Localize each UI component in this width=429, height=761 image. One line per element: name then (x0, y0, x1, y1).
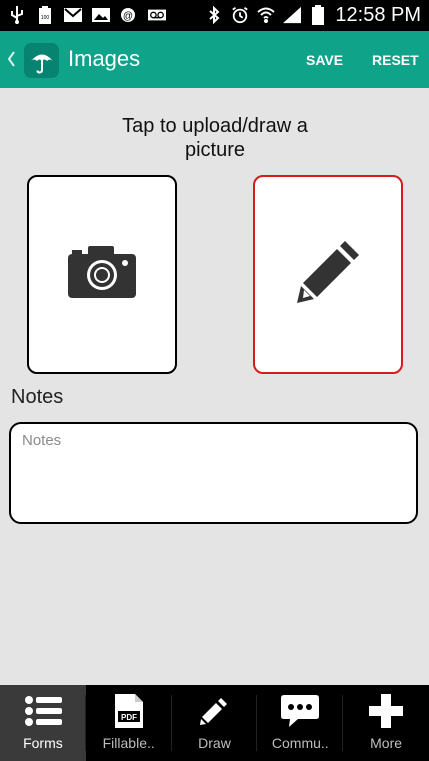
alarm-icon (231, 6, 249, 24)
notes-label: Notes (11, 386, 64, 408)
page-title: Images (68, 46, 141, 71)
upload-instruction: Tap to upload/draw a picture (122, 115, 308, 161)
status-bar: 100 @ 12:58 PM (0, 0, 429, 31)
pencil-icon (200, 691, 228, 731)
save-button[interactable]: SAVE (306, 52, 343, 68)
notes-input[interactable] (9, 422, 418, 524)
usb-icon (8, 6, 26, 24)
tab-forms[interactable]: Forms (0, 685, 86, 761)
chat-bubble-icon (280, 691, 320, 731)
wifi-icon (257, 6, 276, 24)
tab-communicate-label: Commu.. (271, 735, 329, 751)
battery-full-icon: 100 (36, 6, 54, 24)
tab-more-label: More (370, 735, 403, 751)
tab-fillable[interactable]: PDF Fillable.. (86, 685, 172, 761)
clock-text: 12:58 PM (335, 4, 421, 26)
gmail-icon (64, 6, 82, 24)
tab-communicate[interactable]: Commu.. (257, 685, 344, 761)
app-bar: Images SAVE RESET (0, 31, 429, 88)
upload-picture-button[interactable] (27, 175, 177, 374)
pdf-icon: PDF (113, 691, 145, 731)
draw-picture-button[interactable] (253, 175, 403, 374)
tab-forms-label: Forms (23, 735, 63, 751)
plus-icon (368, 691, 404, 731)
umbrella-logo-icon[interactable] (24, 43, 59, 78)
notification-icons: 100 @ (8, 6, 166, 24)
pencil-icon (293, 237, 363, 312)
tab-draw-label: Draw (198, 735, 231, 751)
system-icons: 12:58 PM (205, 2, 421, 28)
signal-icon (283, 6, 302, 24)
reset-button[interactable]: RESET (372, 52, 419, 68)
mail-alert-icon: @ (120, 6, 138, 24)
pdf-badge-text: PDF (121, 713, 137, 722)
battery-icon (309, 5, 327, 25)
tab-more[interactable]: More (343, 685, 429, 761)
back-chevron-icon[interactable] (6, 49, 16, 69)
tab-fillable-label: Fillable.. (102, 735, 155, 751)
tab-draw[interactable]: Draw (172, 685, 258, 761)
bluetooth-icon (205, 6, 223, 24)
bottom-tab-bar: Forms PDF Fillable.. Draw Commu.. More (0, 685, 429, 761)
camera-icon (68, 246, 136, 303)
svg-text:@: @ (123, 11, 133, 22)
battery-level-text: 100 (41, 15, 50, 21)
list-icon (24, 691, 62, 731)
image-icon (92, 6, 110, 24)
voicemail-icon (148, 6, 166, 24)
